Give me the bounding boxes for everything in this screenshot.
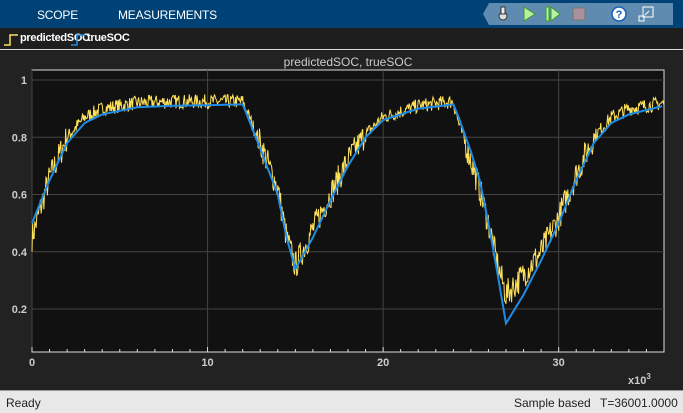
step-forward-icon[interactable] xyxy=(545,6,561,22)
y-tick-label: 1 xyxy=(21,75,27,87)
y-tick-label: 0.4 xyxy=(12,247,28,259)
undock-icon[interactable] xyxy=(638,6,654,22)
axes-background xyxy=(31,69,665,353)
x-tick-label: 0 xyxy=(29,357,35,369)
quick-access-toolbar: ? xyxy=(483,3,673,25)
help-icon[interactable]: ? xyxy=(611,6,627,22)
status-bar: Ready Sample based T=36001.0000 xyxy=(0,390,683,413)
plot-title: predictedSOC, trueSOC xyxy=(284,55,413,69)
predicted-legend-line-icon xyxy=(4,34,18,46)
tab-measurements[interactable]: MEASUREMENTS xyxy=(118,8,217,22)
x-tick-label: 20 xyxy=(377,357,389,369)
status-text: Ready xyxy=(6,396,41,410)
scope-plot[interactable]: predictedSOC, trueSOC 0 10 20 30 0.2 0.4 0.6 0.… xyxy=(0,51,683,390)
tab-scope[interactable]: SCOPE xyxy=(37,8,78,22)
legend-true-soc[interactable]: trueSOC xyxy=(87,32,130,44)
toolstrip: SCOPE MEASUREMENTS ? xyxy=(0,0,683,28)
x-tick-label: 30 xyxy=(553,357,565,369)
y-tick-label: 0.8 xyxy=(12,132,27,144)
x-tick-label: 10 xyxy=(201,357,213,369)
y-tick-label: 0.2 xyxy=(12,304,27,316)
sim-time: T=36001.0000 xyxy=(600,396,678,410)
legend: predictedSOC trueSOC xyxy=(0,28,683,50)
run-icon[interactable] xyxy=(521,6,537,22)
true-legend-line-icon xyxy=(71,34,85,46)
sample-mode: Sample based xyxy=(514,396,591,410)
settings-gear-icon[interactable] xyxy=(495,6,511,22)
stop-icon[interactable] xyxy=(571,6,587,22)
scope-display: predictedSOC, trueSOC 0 10 20 30 0.2 0.4 0.6 0.… xyxy=(0,51,683,390)
svg-text:?: ? xyxy=(616,9,623,21)
y-tick-label: 0.6 xyxy=(12,190,27,202)
x-multiplier: x103 xyxy=(628,372,651,387)
